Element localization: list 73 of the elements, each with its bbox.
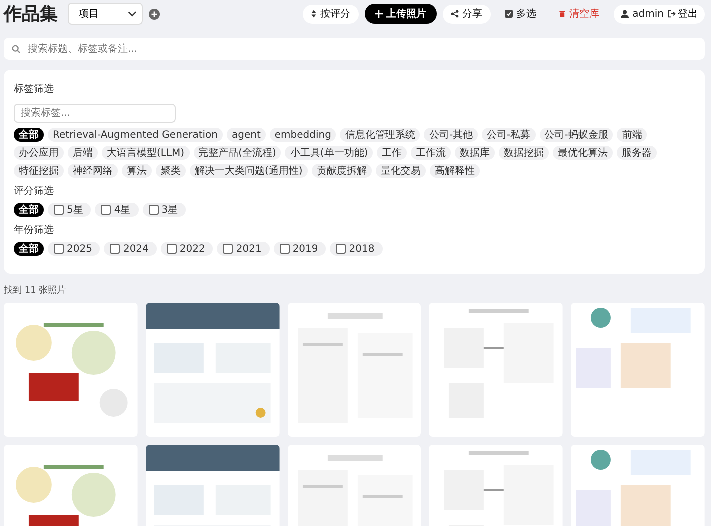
- filter-option[interactable]: 2022: [160, 242, 214, 256]
- tag-chip[interactable]: 神经网络: [68, 164, 118, 178]
- filter-option[interactable]: 2024: [104, 242, 157, 256]
- tag-chip[interactable]: 办公应用: [14, 146, 64, 160]
- multi-button[interactable]: 多选: [496, 4, 545, 24]
- tag-chip[interactable]: agent: [226, 128, 266, 142]
- filter-option[interactable]: 2019: [274, 242, 326, 256]
- tag-chip[interactable]: Retrieval-Augmented Generation: [48, 128, 223, 142]
- filter-option[interactable]: 2021: [217, 242, 270, 256]
- user-name: admin: [632, 8, 664, 20]
- all-chip[interactable]: 全部: [14, 242, 44, 256]
- tag-chip[interactable]: 公司-蚂蚁金服: [540, 128, 614, 142]
- user-icon: [620, 10, 629, 18]
- clear-button[interactable]: 清空库: [550, 4, 608, 24]
- filter-title: 标签筛选: [14, 82, 55, 96]
- tag-chip[interactable]: 解决一大类问题(通用性): [190, 164, 308, 178]
- checkbox[interactable]: [223, 244, 234, 254]
- tag-chip[interactable]: 后端: [68, 146, 98, 160]
- tag-chip[interactable]: 聚类: [156, 164, 186, 178]
- checkbox[interactable]: [54, 205, 64, 215]
- search-icon: [12, 45, 21, 54]
- plus-icon: [374, 10, 383, 18]
- filter-option[interactable]: 4星: [95, 203, 139, 217]
- tag-chip[interactable]: 公司-私募: [482, 128, 536, 142]
- upload-button[interactable]: 上传照片: [364, 4, 437, 24]
- checkbox-icon: [504, 10, 513, 18]
- share-button[interactable]: 分享: [442, 4, 491, 24]
- result-count: 找到 11 张照片: [4, 284, 68, 297]
- checkbox[interactable]: [54, 244, 64, 254]
- checkbox[interactable]: [148, 205, 159, 215]
- tag-chip[interactable]: 大语言模型(LLM): [102, 146, 190, 160]
- chevron-icon: [128, 11, 137, 17]
- tag-chip[interactable]: 量化交易: [376, 164, 426, 178]
- tag-chip[interactable]: 工作流: [411, 146, 452, 160]
- logout-icon: [668, 10, 676, 18]
- checkbox[interactable]: [336, 244, 346, 254]
- filter-option[interactable]: 5星: [48, 203, 92, 217]
- share-icon: [450, 10, 459, 18]
- filter-option[interactable]: 2018: [330, 242, 383, 256]
- search-field[interactable]: 搜索标题、标签或备注...: [4, 38, 705, 60]
- tag-chip[interactable]: 算法: [122, 164, 152, 178]
- logout-button[interactable]: 登出: [668, 7, 698, 21]
- tag-chip[interactable]: 前端: [617, 128, 648, 142]
- tag-chip[interactable]: 公司-其他: [424, 128, 478, 142]
- trash-icon: [558, 10, 566, 18]
- filter-option[interactable]: 3星: [142, 203, 186, 217]
- add-icon[interactable]: [149, 8, 160, 20]
- filter-title: 评分筛选: [14, 184, 55, 198]
- tag-search-field[interactable]: 搜索标签...: [14, 104, 176, 123]
- tag-chip[interactable]: 完整产品(全流程): [194, 146, 282, 160]
- checkbox[interactable]: [101, 205, 112, 215]
- tag-chip[interactable]: 贡献度拆解: [312, 164, 372, 178]
- tag-chip[interactable]: 特征挖掘: [14, 164, 64, 178]
- tag-chip[interactable]: 最优化算法: [553, 146, 614, 160]
- tag-chip[interactable]: 全部: [14, 128, 44, 142]
- tag-chip[interactable]: 高解释性: [430, 164, 480, 178]
- filter-title: 年份筛选: [14, 224, 55, 237]
- tag-chip[interactable]: embedding: [270, 128, 336, 142]
- project-select[interactable]: 项目: [68, 3, 143, 25]
- sort-button[interactable]: 按评分: [302, 4, 359, 24]
- tag-chip[interactable]: 信息化管理系统: [340, 128, 420, 142]
- checkbox[interactable]: [280, 244, 290, 254]
- tag-chip[interactable]: 数据挖掘: [499, 146, 550, 160]
- filter-option[interactable]: 2025: [48, 242, 100, 256]
- tag-chip[interactable]: 数据库: [455, 146, 496, 160]
- all-chip[interactable]: 全部: [14, 203, 44, 217]
- sort-icon: [310, 10, 317, 18]
- tag-chip[interactable]: 服务器: [617, 146, 658, 160]
- checkbox[interactable]: [110, 244, 120, 254]
- tag-chip[interactable]: 小工具(单一功能): [285, 146, 374, 160]
- page-title: 作品集: [4, 3, 58, 26]
- checkbox[interactable]: [166, 244, 177, 254]
- tag-chip[interactable]: 工作: [377, 146, 408, 160]
